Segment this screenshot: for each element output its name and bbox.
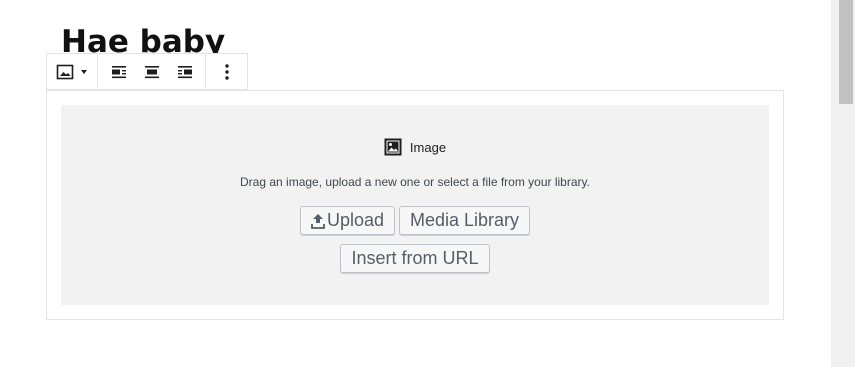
image-icon — [56, 64, 74, 79]
media-library-button[interactable]: Media Library — [399, 206, 531, 235]
align-right-button[interactable] — [168, 55, 201, 88]
upload-label: Upload — [326, 210, 384, 230]
block-switcher-button[interactable] — [51, 55, 93, 88]
vertical-scrollbar[interactable] — [831, 0, 855, 367]
align-center-button[interactable] — [135, 55, 168, 88]
align-right-icon — [177, 65, 192, 78]
image-block[interactable]: Image Drag an image, upload a new one or… — [46, 90, 784, 320]
upload-button[interactable]: Upload — [299, 206, 395, 235]
image-instructions: Drag an image, upload a new one or selec… — [240, 175, 590, 189]
image-placeholder[interactable]: Image Drag an image, upload a new one or… — [61, 105, 769, 305]
align-left-icon — [111, 65, 126, 78]
image-icon — [384, 138, 402, 156]
more-vertical-icon — [224, 63, 229, 80]
secondary-actions: Insert from URL — [61, 244, 769, 273]
image-placeholder-label: Image — [61, 138, 769, 156]
scrollbar-thumb[interactable] — [839, 0, 853, 104]
upload-icon — [311, 213, 325, 229]
more-options-group — [206, 54, 247, 89]
alignment-group — [98, 54, 206, 89]
align-left-button[interactable] — [102, 55, 135, 88]
caret-down-icon — [81, 69, 87, 74]
primary-actions: Upload Media Library — [61, 206, 769, 235]
block-toolbar — [46, 53, 248, 90]
insert-from-url-button[interactable]: Insert from URL — [340, 244, 490, 273]
more-options-button[interactable] — [210, 55, 243, 88]
image-label: Image — [409, 139, 447, 155]
align-center-icon — [144, 65, 159, 78]
block-switcher-group — [47, 54, 98, 89]
